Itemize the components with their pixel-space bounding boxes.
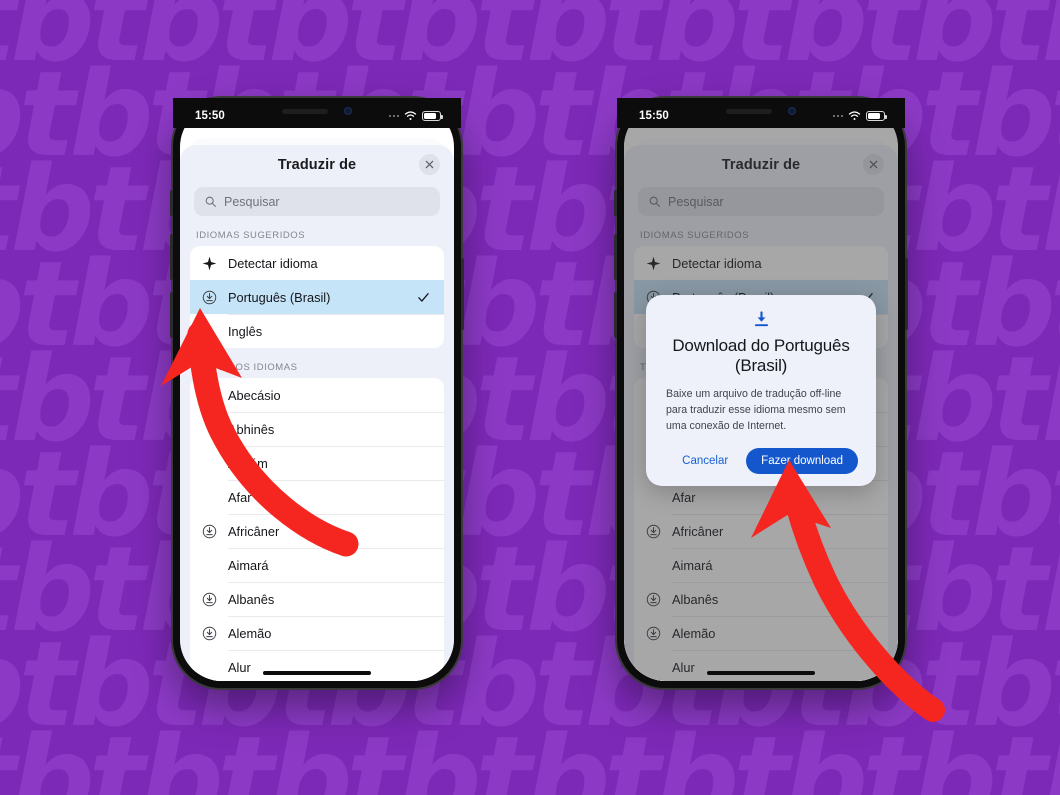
earpiece-speaker: [726, 108, 772, 114]
all-languages-list: Abecásio Abhinês Achém Afar Africâner Aimará A…: [190, 378, 444, 681]
battery-icon: [866, 111, 887, 121]
phone-right: Traduzir de Pesquisar IDIOMAS SUGERIDOS …: [614, 98, 908, 688]
power-button[interactable]: [905, 258, 908, 330]
volume-up-button[interactable]: [614, 234, 617, 280]
row-leading-icon: [202, 626, 228, 641]
list-item[interactable]: Abhinês: [190, 412, 444, 446]
phone-right-screen: Traduzir de Pesquisar IDIOMAS SUGERIDOS …: [624, 105, 898, 681]
notch: [242, 98, 392, 124]
list-item-label: Aimará: [228, 557, 269, 573]
search-placeholder: Pesquisar: [224, 194, 280, 209]
list-item[interactable]: Albanês: [190, 582, 444, 616]
checkmark-icon: [418, 292, 429, 302]
list-item-label: Detectar idioma: [228, 255, 318, 271]
wifi-icon: [848, 111, 861, 120]
list-item-label: Africâner: [228, 523, 280, 539]
notch: [686, 98, 836, 124]
silent-switch[interactable]: [614, 190, 617, 216]
search-icon: [205, 196, 216, 207]
cancel-button[interactable]: Cancelar: [674, 451, 736, 471]
volume-up-button[interactable]: [170, 234, 173, 280]
dialog-actions: Cancelar Fazer download: [664, 448, 858, 475]
silent-switch[interactable]: [170, 190, 173, 216]
download-confirm-button[interactable]: Fazer download: [746, 448, 858, 475]
list-item-label: Português (Brasil): [228, 289, 331, 305]
list-item-label: Abhinês: [228, 421, 275, 437]
list-item-label: Abecásio: [228, 387, 281, 403]
list-item[interactable]: Africâner: [190, 514, 444, 548]
earpiece-speaker: [282, 108, 328, 114]
row-leading-icon: [202, 256, 228, 271]
close-icon: [425, 160, 434, 169]
list-item[interactable]: Achém: [190, 446, 444, 480]
row-leading-icon: [202, 290, 228, 305]
close-button[interactable]: [419, 154, 440, 175]
download-circle-icon: [202, 290, 217, 304]
watermark-row: tbtbtbtbtbtbtbtbtbtbtbtbtbtbtbtbtb: [0, 710, 1060, 795]
search-input[interactable]: Pesquisar: [194, 187, 440, 216]
sparkle-icon: [202, 256, 217, 270]
list-item-label: Inglês: [228, 323, 263, 339]
list-item-label: Achém: [228, 455, 268, 471]
download-circle-icon: [202, 626, 217, 640]
status-clock: 15:50: [639, 110, 669, 122]
list-item-label: Alur: [228, 659, 251, 675]
list-item-label: Albanês: [228, 591, 275, 607]
front-camera: [788, 107, 796, 115]
download-circle-icon: [202, 524, 217, 538]
sheet-header: Traduzir de: [180, 145, 454, 185]
download-circle-icon: [202, 592, 217, 606]
row-leading-icon: [202, 592, 228, 607]
power-button[interactable]: [461, 258, 464, 330]
row-leading-icon: [202, 524, 228, 539]
list-item[interactable]: Alur: [190, 650, 444, 681]
translate-from-sheet: Traduzir de Pesquisar IDIOMAS SUGERIDOS …: [180, 145, 454, 681]
download-dialog: Download do Português (Brasil) Baixe um …: [646, 295, 876, 487]
download-icon: [754, 311, 768, 327]
wifi-icon: [404, 111, 417, 120]
list-item-label: Alemão: [228, 625, 272, 641]
home-indicator[interactable]: [707, 671, 815, 675]
volume-down-button[interactable]: [614, 292, 617, 338]
list-item[interactable]: Abecásio: [190, 378, 444, 412]
list-item-label: Afar: [228, 489, 252, 505]
suggested-languages-list: Detectar idioma Português (Brasil) Inglês: [190, 246, 444, 348]
list-item[interactable]: Aimará: [190, 548, 444, 582]
list-item[interactable]: Detectar idioma: [190, 246, 444, 280]
battery-icon: [422, 111, 443, 121]
front-camera: [344, 107, 352, 115]
status-clock: 15:50: [195, 110, 225, 122]
dialog-body: Baixe um arquivo de tradução off-line pa…: [666, 387, 846, 432]
phone-left-screen: Traduzir de Pesquisar IDIOMAS SUGERIDOS …: [180, 105, 454, 681]
dialog-title: Download do Português (Brasil): [672, 336, 850, 376]
suggested-languages-label: IDIOMAS SUGERIDOS: [196, 230, 306, 241]
volume-down-button[interactable]: [170, 292, 173, 338]
list-item[interactable]: Afar: [190, 480, 444, 514]
list-item[interactable]: Português (Brasil): [190, 280, 444, 314]
home-indicator[interactable]: [263, 671, 371, 675]
phone-left: Traduzir de Pesquisar IDIOMAS SUGERIDOS …: [170, 98, 464, 688]
list-item[interactable]: Inglês: [190, 314, 444, 348]
list-item[interactable]: Alemão: [190, 616, 444, 650]
all-languages-label: TODOS OS IDIOMAS: [196, 362, 298, 373]
page-title: Traduzir de: [277, 157, 357, 173]
